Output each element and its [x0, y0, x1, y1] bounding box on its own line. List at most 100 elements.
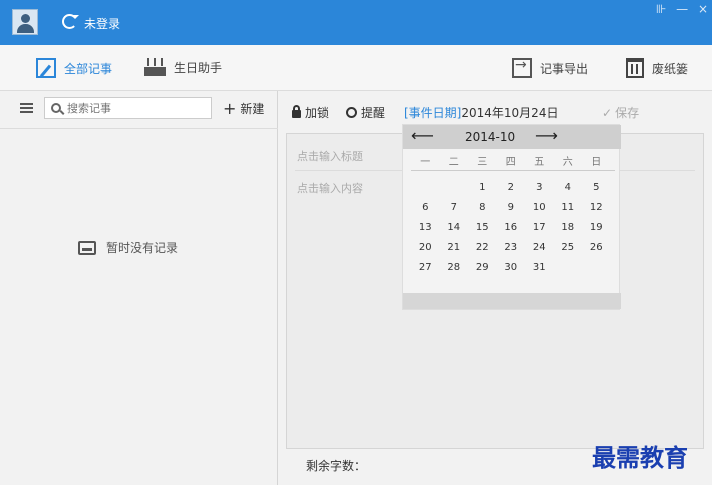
weekday: 三 [477, 157, 488, 168]
date-picker: ⟵ 2014-10 ⟶ 一 二 三 四 五 六 日 1 2 3 4 5 6 7 8 9 10 11 1… [402, 124, 621, 310]
remaining-count: 剩余字数： [306, 459, 367, 473]
date-picker-footer [403, 293, 621, 309]
search-box[interactable] [44, 97, 212, 119]
weekday: 六 [562, 157, 573, 168]
calendar-day[interactable]: 24 [525, 242, 554, 253]
weekday: 五 [534, 157, 545, 168]
calendar-day[interactable]: 1 [468, 182, 497, 193]
calendar-day[interactable]: 17 [525, 222, 554, 233]
calendar-day[interactable]: 7 [440, 202, 469, 213]
birthday-label: 生日助手 [174, 60, 223, 75]
weekday: 日 [591, 157, 602, 168]
calendar-day[interactable]: 16 [497, 222, 526, 233]
calendar-day[interactable]: 2 [497, 182, 526, 193]
calendar-week: 12345 [411, 177, 611, 197]
calendar-day[interactable]: 28 [440, 262, 469, 273]
avatar[interactable] [12, 9, 38, 35]
event-date-tag: [事件日期] [404, 106, 462, 120]
all-notes-button[interactable]: 全部记事 [36, 58, 112, 78]
new-note-button[interactable]: + 新建 [223, 100, 264, 117]
save-button[interactable]: ✓ 保存 [602, 104, 639, 121]
watermark: 最需教育 [592, 443, 688, 472]
next-month-icon[interactable]: ⟶ [535, 126, 558, 145]
calendar-week: 13 14 15 16 17 18 19 [411, 217, 611, 237]
current-month: 2014-10 [465, 130, 516, 144]
title-input[interactable]: 点击输入标题 [297, 148, 363, 164]
remind-label: 提醒 [361, 106, 386, 120]
save-label: 保存 [615, 106, 640, 120]
lock-icon [292, 105, 301, 118]
weekday: 二 [448, 157, 459, 168]
calendar-week: 27 28 29 30 31 [411, 257, 611, 277]
remind-button[interactable]: 提醒 [346, 104, 385, 121]
all-notes-label: 全部记事 [64, 61, 113, 76]
login-status[interactable]: 未登录 [84, 15, 120, 32]
event-date-selector[interactable]: [事件日期] 2014年10月24日 [404, 104, 558, 121]
empty-state: 暂时没有记录 [78, 239, 178, 256]
alarm-icon [346, 107, 357, 118]
trash-label: 废纸篓 [652, 61, 689, 76]
inbox-icon [78, 240, 96, 255]
calendar-day[interactable]: 20 [411, 242, 440, 253]
calendar-day[interactable]: 26 [582, 242, 611, 253]
calendar-day[interactable]: 4 [554, 182, 583, 193]
export-label: 记事导出 [540, 61, 589, 76]
check-icon: ✓ [602, 105, 613, 120]
calendar-day[interactable]: 10 [525, 202, 554, 213]
date-picker-header: ⟵ 2014-10 ⟶ [403, 125, 621, 149]
calendar-day[interactable]: 12 [582, 202, 611, 213]
trash-icon [626, 58, 644, 78]
calendar-divider [411, 170, 615, 171]
calendar-day[interactable]: 9 [497, 202, 526, 213]
calendar-day[interactable]: 8 [468, 202, 497, 213]
menu-icon[interactable] [20, 103, 33, 105]
calendar-grid: 1 2 3 4 5 6 7 8 9 10 11 12 13 14 15 16 17 18 19 20 21 22 23 24 2… [411, 177, 611, 277]
calendar-day[interactable]: 30 [497, 262, 526, 273]
empty-text: 暂时没有记录 [106, 241, 179, 255]
event-date-value: 2014年10月24日 [461, 106, 559, 120]
sync-icon[interactable] [62, 14, 79, 29]
list-toolbar: + 新建 [0, 91, 278, 129]
new-note-label: 新建 [240, 102, 265, 116]
calendar-day[interactable]: 3 [525, 182, 554, 193]
pin-icon[interactable]: ⊪ [656, 2, 666, 16]
calendar-week: 6 7 8 9 10 11 12 [411, 197, 611, 217]
lock-button[interactable]: 加锁 [292, 104, 329, 121]
calendar-day[interactable]: 6 [411, 202, 440, 213]
lock-label: 加锁 [305, 106, 330, 120]
cake-icon [144, 58, 166, 76]
calendar-day[interactable]: 14 [440, 222, 469, 233]
calendar-day[interactable]: 23 [497, 242, 526, 253]
calendar-day[interactable]: 27 [411, 262, 440, 273]
trash-button[interactable]: 废纸篓 [626, 58, 688, 78]
toolbar: 全部记事 生日助手 记事导出 废纸篓 [0, 45, 712, 91]
calendar-day[interactable]: 11 [554, 202, 583, 213]
calendar-day[interactable]: 15 [468, 222, 497, 233]
content-input[interactable]: 点击输入内容 [297, 180, 363, 196]
note-list-panel: + 新建 暂时没有记录 [0, 91, 278, 485]
calendar-day[interactable]: 21 [440, 242, 469, 253]
plus-icon: + [223, 98, 237, 118]
weekday: 四 [505, 157, 516, 168]
weekday-header: 一 二 三 四 五 六 日 [403, 153, 621, 169]
calendar-day[interactable]: 19 [582, 222, 611, 233]
minimize-icon[interactable]: — [676, 2, 688, 16]
calendar-day[interactable]: 31 [525, 262, 554, 273]
search-input[interactable] [67, 101, 207, 115]
calendar-day[interactable]: 25 [554, 242, 583, 253]
export-button[interactable]: 记事导出 [512, 57, 589, 78]
calendar-day[interactable]: 18 [554, 222, 583, 233]
calendar-day[interactable]: 5 [582, 182, 611, 193]
edit-icon [36, 58, 56, 78]
title-bar: 未登录 ⊪ — × [0, 0, 712, 45]
search-icon [51, 103, 61, 113]
calendar-week: 20 21 22 23 24 25 26 [411, 237, 611, 257]
close-icon[interactable]: × [698, 2, 708, 16]
calendar-day[interactable]: 29 [468, 262, 497, 273]
calendar-day[interactable]: 13 [411, 222, 440, 233]
birthday-button[interactable]: 生日助手 [144, 58, 222, 76]
calendar-day[interactable]: 22 [468, 242, 497, 253]
export-icon [512, 57, 532, 78]
prev-month-icon[interactable]: ⟵ [411, 126, 434, 145]
window-controls: ⊪ — × [650, 2, 708, 16]
